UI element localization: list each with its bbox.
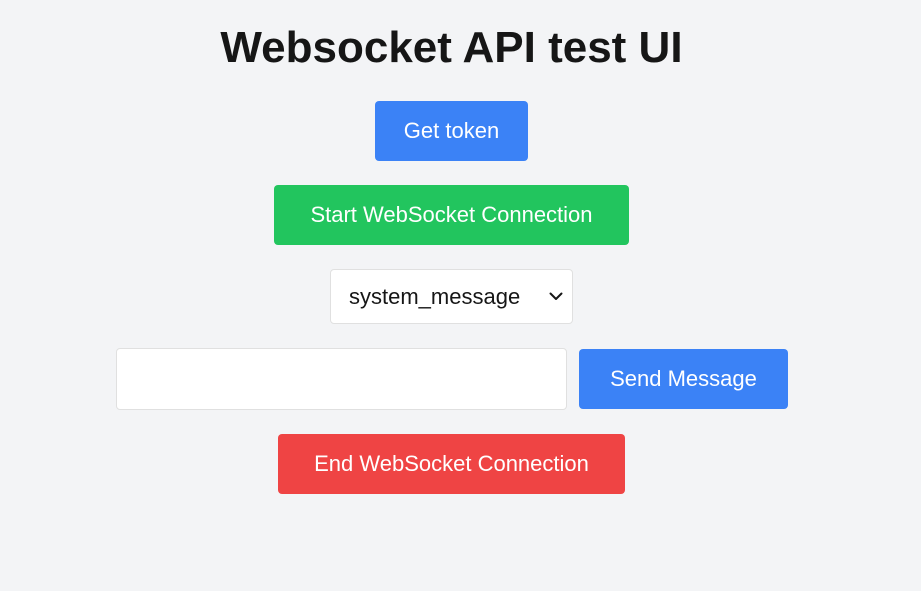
message-type-select[interactable]: system_message bbox=[330, 269, 573, 324]
send-message-button[interactable]: Send Message bbox=[579, 349, 788, 409]
message-type-selected-value: system_message bbox=[349, 283, 521, 309]
end-websocket-button[interactable]: End WebSocket Connection bbox=[278, 434, 625, 494]
message-input[interactable] bbox=[116, 348, 567, 410]
chevron-down-icon bbox=[548, 289, 564, 305]
page-title: Websocket API test UI bbox=[220, 23, 683, 72]
start-websocket-button[interactable]: Start WebSocket Connection bbox=[274, 185, 629, 245]
get-token-button[interactable]: Get token bbox=[375, 101, 528, 161]
